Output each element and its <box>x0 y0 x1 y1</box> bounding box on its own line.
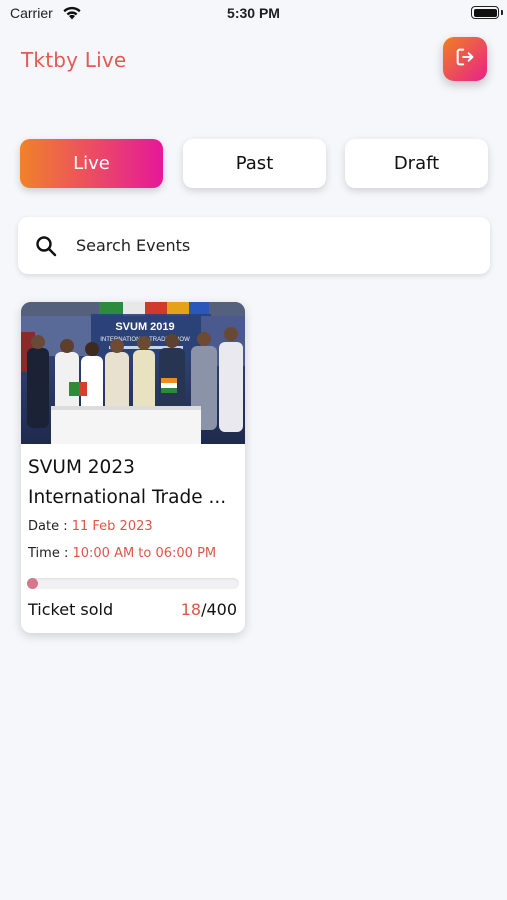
battery-icon <box>471 6 499 19</box>
search-input[interactable] <box>76 229 466 261</box>
event-title-line2: International Trade ... <box>28 487 227 508</box>
app-title: Tktby Live <box>21 48 127 72</box>
event-image: SVUM 2019 INTERNATIONAL TRADE SHOW <box>21 302 245 444</box>
event-title: SVUM 2023 International Trade ... <box>28 453 242 513</box>
time-label: Time : <box>28 546 73 561</box>
date-value: 11 Feb 2023 <box>71 519 153 534</box>
status-time: 5:30 PM <box>227 5 280 21</box>
ticket-count: 18/400 <box>181 600 237 619</box>
date-label: Date : <box>28 519 72 534</box>
logout-icon <box>454 46 476 72</box>
tickets-sold: 18 <box>180 600 202 619</box>
battery-cap <box>501 10 503 15</box>
event-date: Date : 11 Feb 2023 <box>28 519 153 534</box>
tab-live[interactable]: Live <box>20 139 163 188</box>
search-icon <box>34 234 58 262</box>
status-bar: Carrier 5:30 PM <box>0 0 507 28</box>
event-card[interactable]: SVUM 2019 INTERNATIONAL TRADE SHOW SVUM … <box>21 302 245 633</box>
ticket-progress-fill <box>27 578 38 589</box>
tickets-total: 400 <box>206 600 237 619</box>
event-time: Time : 10:00 AM to 06:00 PM <box>28 546 216 561</box>
tab-draft[interactable]: Draft <box>345 139 488 188</box>
event-title-line1: SVUM 2023 <box>28 457 135 478</box>
ticket-progress-bar <box>27 578 239 589</box>
logout-button[interactable] <box>443 37 487 81</box>
search-bar[interactable] <box>18 217 490 274</box>
tab-past[interactable]: Past <box>183 139 326 188</box>
time-value: 10:00 AM to 06:00 PM <box>72 546 217 561</box>
image-banner-title: SVUM 2019 <box>115 321 174 333</box>
ticket-sold-label: Ticket sold <box>28 600 114 619</box>
screen: Carrier 5:30 PM Tktby Live Live Past Dra… <box>0 0 507 900</box>
